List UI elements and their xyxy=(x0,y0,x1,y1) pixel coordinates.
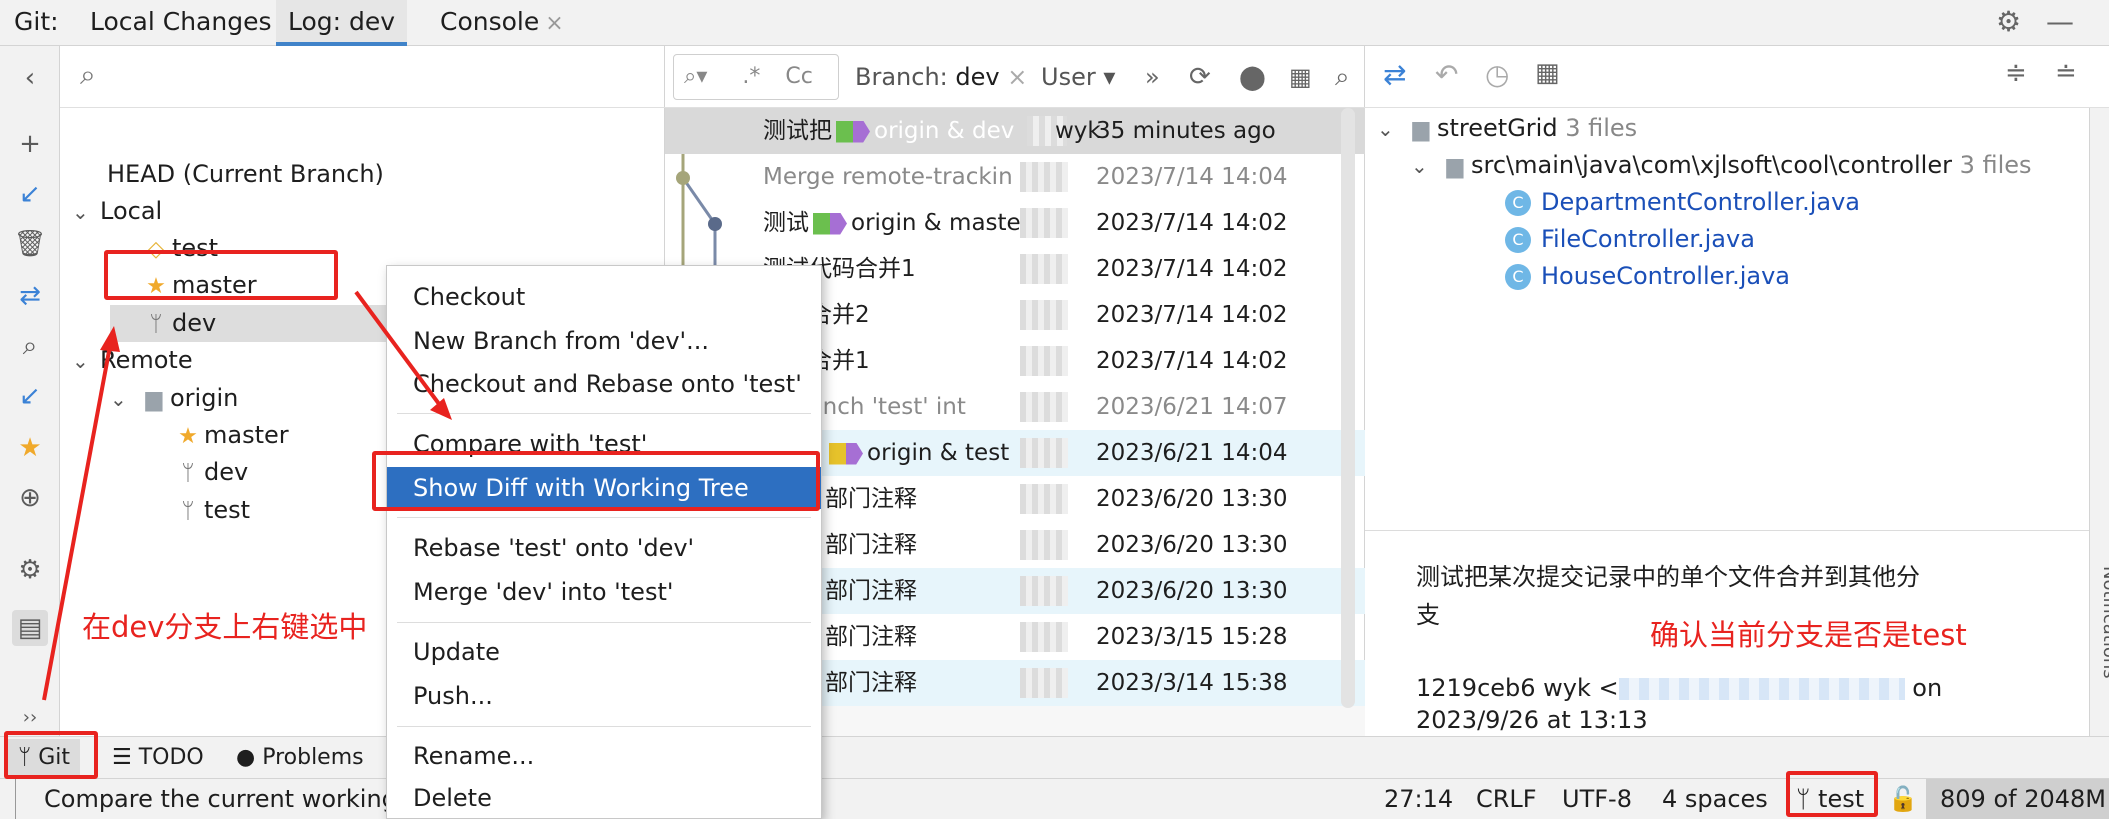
annotation-arrows xyxy=(42,290,452,701)
annotation-note-left: 在dev分支上右键选中 xyxy=(82,610,368,644)
annotation-note-right: 确认当前分支是否是test xyxy=(1650,618,1967,652)
